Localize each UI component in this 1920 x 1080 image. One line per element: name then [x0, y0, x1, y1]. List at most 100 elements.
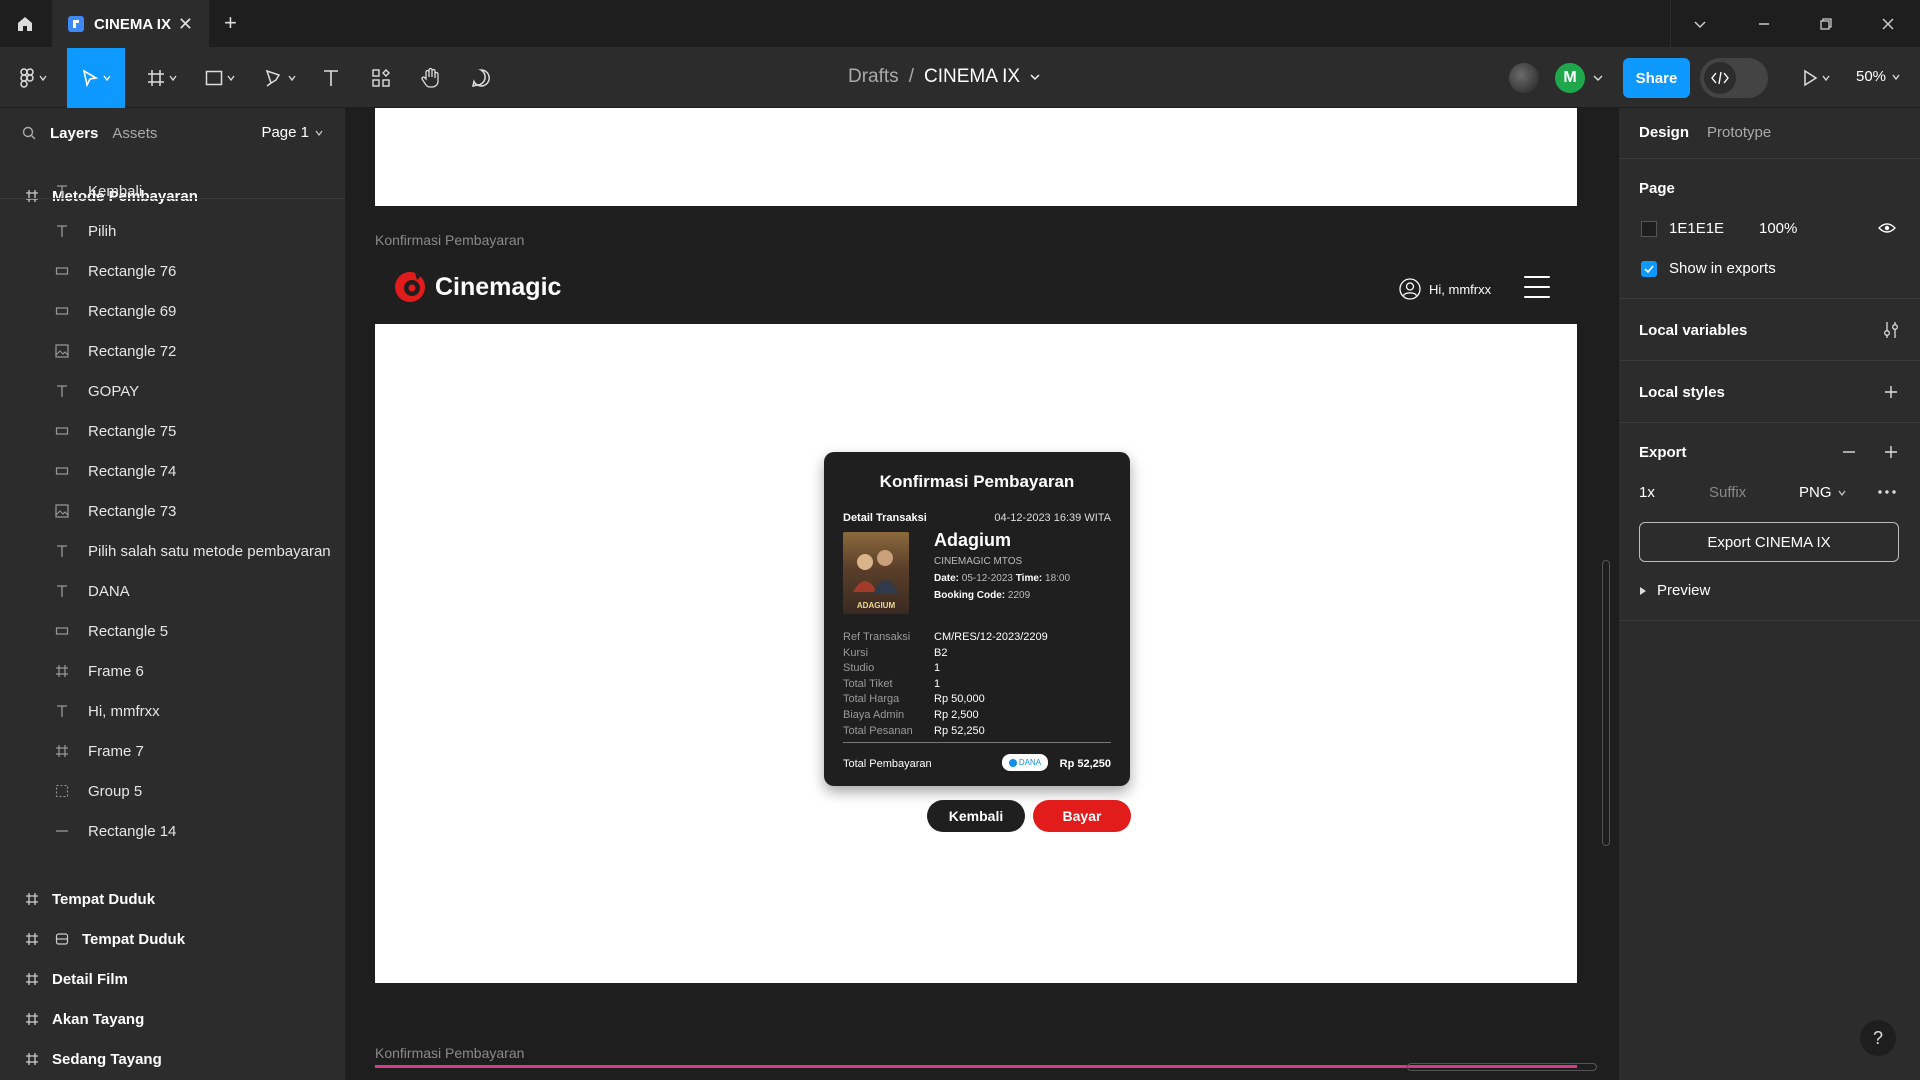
layer-item[interactable]: Rectangle 14 — [0, 811, 345, 851]
hamburger-menu-icon[interactable] — [1524, 276, 1550, 298]
variables-icon[interactable] — [1881, 320, 1901, 340]
detail-row: Ref Transaksi CM/RES/12-2023/2209 — [843, 630, 1048, 646]
frame-previous[interactable] — [375, 108, 1577, 206]
rectangle-icon — [52, 301, 72, 321]
back-button[interactable]: Kembali — [927, 800, 1025, 832]
layer-item[interactable]: Pilih — [0, 211, 345, 251]
local-variables-heading[interactable]: Local variables — [1639, 322, 1747, 339]
avatar-user-m[interactable]: M — [1555, 63, 1585, 93]
avatar[interactable] — [1509, 63, 1539, 93]
page-opacity[interactable]: 100% — [1759, 220, 1797, 237]
frame-label[interactable]: Konfirmasi Pembayaran — [375, 232, 524, 248]
layer-frame[interactable]: Tempat Duduk — [0, 919, 345, 959]
layer-item[interactable]: Rectangle 69 — [0, 291, 345, 331]
layer-item[interactable]: Rectangle 74 — [0, 451, 345, 491]
more-options-icon[interactable] — [1877, 482, 1897, 502]
chevron-down-icon[interactable] — [1030, 72, 1040, 82]
show-in-exports-checkbox[interactable] — [1641, 261, 1657, 277]
help-button[interactable]: ? — [1860, 1020, 1896, 1056]
layer-item[interactable]: Rectangle 72 — [0, 331, 345, 371]
chevron-down-icon — [39, 75, 47, 82]
tab-design[interactable]: Design — [1639, 124, 1689, 141]
detail-key: Total Tiket — [843, 677, 893, 690]
frame-label-bottom[interactable]: Konfirmasi Pembayaran — [375, 1045, 524, 1061]
layer-frame[interactable]: Sedang Tayang — [0, 1039, 345, 1079]
layer-label: Pilih — [88, 222, 117, 240]
layer-frame[interactable]: Detail Film — [0, 959, 345, 999]
export-suffix-input[interactable]: Suffix — [1709, 484, 1746, 501]
image-icon — [52, 501, 72, 521]
cursor-icon — [82, 69, 99, 87]
dana-logo-icon — [1008, 758, 1017, 767]
canvas[interactable]: Konfirmasi Pembayaran Cinemagic Hi, mmfr… — [347, 108, 1617, 1080]
breadcrumb-drafts[interactable]: Drafts — [848, 66, 899, 88]
shape-tool-button[interactable] — [198, 48, 242, 108]
eye-icon[interactable] — [1877, 218, 1897, 238]
layer-item[interactable]: Group 5 — [0, 771, 345, 811]
horizontal-scrollbar[interactable] — [1407, 1063, 1597, 1071]
resources-tool-button[interactable] — [366, 48, 396, 108]
zoom-dropdown[interactable]: 50% — [1856, 68, 1900, 85]
export-scale[interactable]: 1x — [1639, 484, 1655, 501]
share-button[interactable]: Share — [1623, 58, 1690, 98]
vertical-scrollbar[interactable] — [1602, 560, 1610, 846]
breadcrumb: Drafts / CINEMA IX — [848, 66, 1040, 88]
layer-label: Akan Tayang — [52, 1010, 145, 1028]
local-styles-heading[interactable]: Local styles — [1639, 384, 1725, 401]
frame-icon — [148, 70, 164, 86]
tab-assets[interactable]: Assets — [112, 125, 157, 142]
cinemagic-logo-icon — [395, 272, 425, 302]
chevron-down-icon[interactable] — [1590, 48, 1606, 108]
breadcrumb-file-name[interactable]: CINEMA IX — [924, 66, 1020, 88]
layer-item[interactable]: Rectangle 73 — [0, 491, 345, 531]
frame-tool-button[interactable] — [140, 48, 184, 108]
export-button[interactable]: Export CINEMA IX — [1639, 522, 1899, 562]
preview-toggle[interactable]: Preview — [1639, 582, 1710, 599]
layer-item[interactable]: Rectangle 76 — [0, 251, 345, 291]
page-color-swatch[interactable] — [1641, 221, 1657, 237]
home-icon[interactable] — [0, 0, 50, 48]
layer-item[interactable]: DANA — [0, 571, 345, 611]
move-tool-button[interactable] — [67, 48, 125, 108]
minus-icon[interactable] — [1839, 442, 1859, 462]
layer-item[interactable]: GOPAY — [0, 371, 345, 411]
tab-layers[interactable]: Layers — [50, 125, 98, 142]
layer-item[interactable]: Frame 7 — [0, 731, 345, 771]
present-button[interactable] — [1796, 48, 1836, 108]
layer-frame[interactable]: Akan Tayang — [0, 999, 345, 1039]
export-format-dropdown[interactable]: PNG — [1799, 484, 1846, 501]
main-menu-button[interactable] — [12, 48, 54, 108]
pay-button[interactable]: Bayar — [1033, 800, 1131, 832]
hand-tool-button[interactable] — [416, 48, 446, 108]
page-color-value[interactable]: 1E1E1E — [1669, 220, 1724, 237]
comment-tool-button[interactable] — [466, 48, 496, 108]
layer-item[interactable]: Rectangle 5 — [0, 611, 345, 651]
detail-row: Studio 1 — [843, 661, 1048, 677]
layer-item[interactable]: Rectangle 75 — [0, 411, 345, 451]
minimize-icon[interactable] — [1752, 12, 1776, 36]
search-icon[interactable] — [22, 126, 36, 140]
layer-item[interactable]: Pilih salah satu metode pembayaran — [0, 531, 345, 571]
pen-tool-button[interactable] — [258, 48, 302, 108]
layer-item[interactable]: Hi, mmfrxx — [0, 691, 345, 731]
plus-icon[interactable] — [1881, 382, 1901, 402]
window-close-icon[interactable] — [1876, 12, 1900, 36]
new-tab-icon[interactable]: + — [224, 10, 237, 36]
file-tab[interactable]: CINEMA IX ✕ — [52, 0, 209, 48]
user-greeting[interactable]: Hi, mmfrxx — [1399, 278, 1491, 300]
layer-item[interactable]: Frame 6 — [0, 651, 345, 691]
restore-icon[interactable] — [1814, 12, 1838, 36]
close-tab-icon[interactable]: ✕ — [178, 14, 193, 35]
layer-item[interactable]: Kembali — [0, 171, 345, 211]
detail-key: Biaya Admin — [843, 708, 905, 721]
plus-icon[interactable] — [1881, 442, 1901, 462]
dev-mode-toggle[interactable] — [1700, 58, 1768, 98]
booking-code: Booking Code: 2209 — [934, 590, 1031, 601]
chevron-down-icon[interactable] — [1688, 12, 1712, 36]
frame-konfirmasi-pembayaran[interactable]: Cinemagic Hi, mmfrxx Konfirmasi Pembayar… — [375, 252, 1577, 983]
rectangle-icon — [52, 421, 72, 441]
tab-prototype[interactable]: Prototype — [1707, 124, 1771, 141]
text-tool-button[interactable] — [316, 48, 346, 108]
layer-frame[interactable]: Tempat Duduk — [0, 879, 345, 919]
page-selector[interactable]: Page 1 — [261, 124, 323, 141]
